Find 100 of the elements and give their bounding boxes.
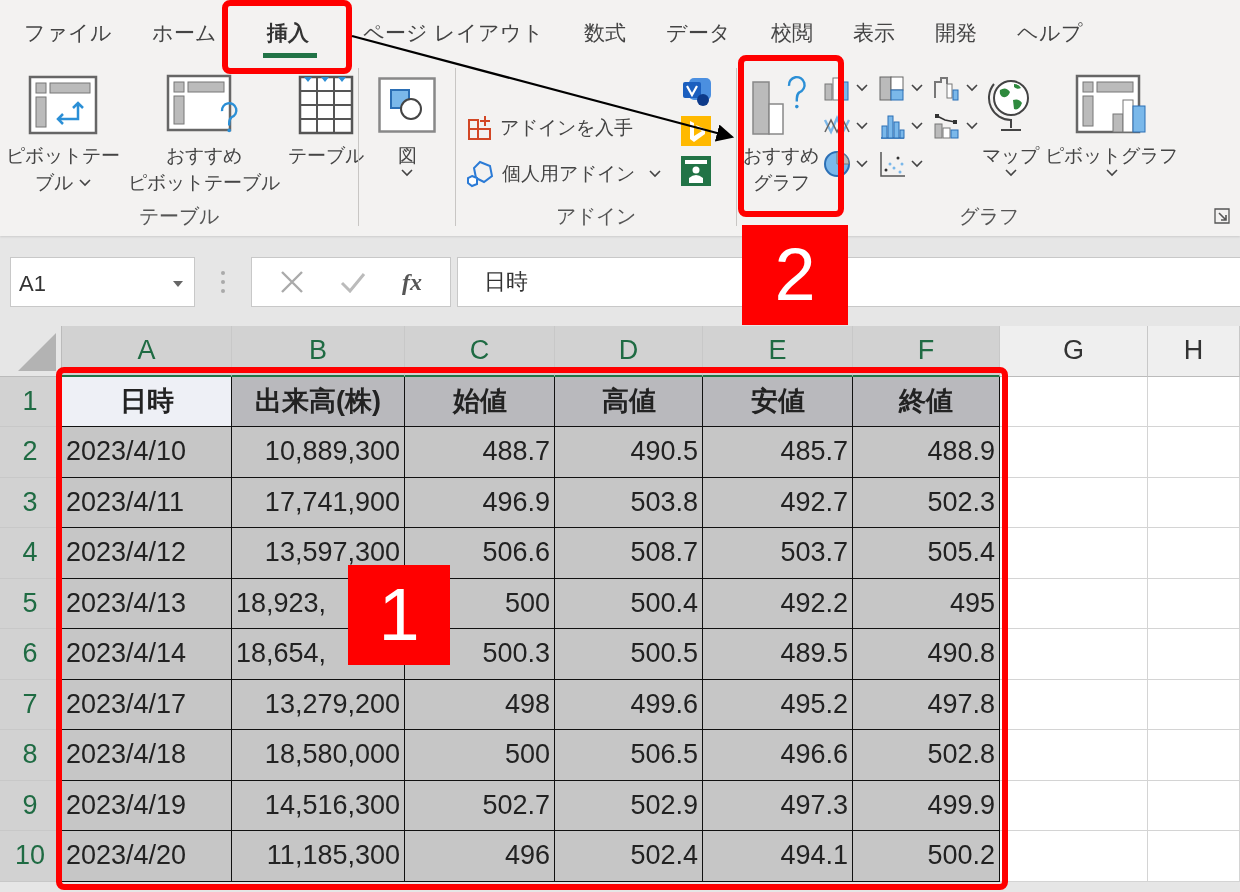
table-cell: 508.7 — [555, 528, 703, 579]
visio-icon[interactable] — [681, 76, 713, 108]
chevron-down-icon — [911, 160, 923, 168]
scatter-chart-icon — [878, 150, 906, 178]
shapes-button[interactable]: 図 — [376, 62, 438, 204]
header-cell: 終値 — [853, 376, 1000, 427]
table-cell: 500.2 — [853, 831, 1000, 882]
table-cell: 11,185,300 — [232, 831, 405, 882]
header-cell: 出来高(株) — [232, 376, 405, 427]
get-addins-button[interactable]: アドインを入手 — [460, 108, 667, 148]
table-cell: 10,889,300 — [232, 427, 405, 478]
table-cell: 502.3 — [853, 477, 1000, 528]
table-cell: 500 — [405, 730, 555, 781]
column-header[interactable]: G — [1000, 326, 1148, 377]
table-cell: 503.8 — [555, 477, 703, 528]
step-number-label: 2 — [742, 225, 848, 325]
dropdown-arrow-icon — [172, 280, 184, 288]
table-cell: 502.7 — [405, 780, 555, 831]
column-chart-button[interactable] — [823, 74, 868, 102]
enter-check-icon[interactable] — [340, 271, 366, 293]
ribbon-tab[interactable]: 校閲 — [750, 18, 833, 62]
scatter-chart-button[interactable] — [878, 150, 923, 178]
name-box[interactable]: A1 — [10, 257, 195, 307]
recommended-chart-button[interactable]: おすすめ グラフ — [741, 62, 821, 204]
table-cell: 490.5 — [555, 427, 703, 478]
table-cell: 2023/4/11 — [62, 477, 232, 528]
table-cell: 18,580,000 — [232, 730, 405, 781]
add-ins-grid-icon — [466, 114, 494, 142]
table-cell: 2023/4/13 — [62, 578, 232, 629]
waterfall-chart-icon — [933, 74, 961, 102]
chevron-down-icon — [966, 84, 978, 92]
chevron-down-icon — [856, 160, 868, 168]
ribbon-tab[interactable]: データ — [645, 18, 751, 62]
table-cell: 492.2 — [703, 578, 853, 629]
table-cell: 505.4 — [853, 528, 1000, 579]
group-label: グラフ — [958, 205, 1019, 227]
table-icon — [298, 75, 354, 135]
my-addins-button[interactable]: 個人用アドイン — [460, 154, 667, 194]
ribbon-tab[interactable]: 開発 — [914, 18, 997, 62]
table-cell: 485.7 — [703, 427, 853, 478]
table-cell: 499.6 — [555, 679, 703, 730]
table-cell: 14,516,300 — [232, 780, 405, 831]
table-cell: 17,741,900 — [232, 477, 405, 528]
table-cell: 2023/4/12 — [62, 528, 232, 579]
chevron-down-icon — [911, 84, 923, 92]
table-cell: 496.9 — [405, 477, 555, 528]
bing-maps-icon[interactable] — [681, 116, 713, 148]
table-button[interactable]: テーブル — [286, 62, 366, 204]
ribbon-tab[interactable]: 表示 — [832, 18, 915, 62]
pie-chart-button[interactable] — [823, 150, 868, 178]
dialog-launcher-icon[interactable] — [1214, 208, 1230, 224]
table-cell: 498 — [405, 679, 555, 730]
ribbon-tab[interactable]: ファイル — [4, 18, 132, 62]
waterfall-chart-button[interactable] — [933, 74, 978, 102]
ribbon-tab[interactable]: ホーム — [132, 18, 237, 62]
combo-chart-button[interactable] — [933, 112, 978, 140]
header-cell: 高値 — [555, 376, 703, 427]
chevron-down-icon — [911, 122, 923, 130]
table-cell: 495 — [853, 578, 1000, 629]
pivot-chart-icon — [1074, 74, 1149, 136]
table-cell: 2023/4/10 — [62, 427, 232, 478]
insert-function-button[interactable]: fx — [402, 268, 422, 296]
cancel-icon[interactable] — [280, 270, 304, 294]
group-label: アドイン — [556, 205, 636, 227]
treemap-chart-icon — [878, 74, 906, 102]
pivot-button[interactable]: ピボットテー ブル — [4, 62, 122, 204]
table-cell: 506.5 — [555, 730, 703, 781]
table-cell: 13,279,200 — [232, 679, 405, 730]
table-cell: 2023/4/20 — [62, 831, 232, 882]
table-cell: 502.9 — [555, 780, 703, 831]
ribbon-tab[interactable]: 挿入 — [237, 18, 343, 62]
group-label: テーブル — [139, 205, 219, 227]
ribbon-tab[interactable]: ヘルプ — [996, 18, 1103, 62]
chevron-down-icon — [856, 84, 868, 92]
table-cell: 495.2 — [703, 679, 853, 730]
table-cell: 499.9 — [853, 780, 1000, 831]
column-chart-icon — [823, 74, 851, 102]
table-cell: 492.7 — [703, 477, 853, 528]
header-cell: 始値 — [405, 376, 555, 427]
step-number-label: 1 — [348, 565, 450, 665]
table-cell: 13,597,300 — [232, 528, 405, 579]
map-button[interactable]: マップ — [980, 62, 1041, 204]
table-cell: 500.4 — [555, 578, 703, 629]
table-cell: 503.7 — [703, 528, 853, 579]
ribbon-tab[interactable]: ページ レイアウト — [343, 18, 564, 62]
histogram-icon — [878, 112, 906, 140]
table-cell: 494.1 — [703, 831, 853, 882]
table-cell: 502.8 — [853, 730, 1000, 781]
table-cell: 2023/4/19 — [62, 780, 232, 831]
ribbon-tab[interactable]: 数式 — [563, 18, 646, 62]
hexagon-icon — [466, 160, 496, 188]
table-cell: 488.9 — [853, 427, 1000, 478]
recommended-pivot-button[interactable]: おすすめ ピボットテーブル — [126, 62, 282, 204]
treemap-chart-button[interactable] — [878, 74, 923, 102]
table-cell: 496.6 — [703, 730, 853, 781]
people-graph-icon[interactable] — [681, 156, 713, 188]
table-cell: 490.8 — [853, 629, 1000, 680]
column-header[interactable]: H — [1148, 326, 1240, 377]
pivot-chart-button[interactable]: ピボットグラフ — [1043, 62, 1180, 204]
histogram-button[interactable] — [878, 112, 923, 140]
